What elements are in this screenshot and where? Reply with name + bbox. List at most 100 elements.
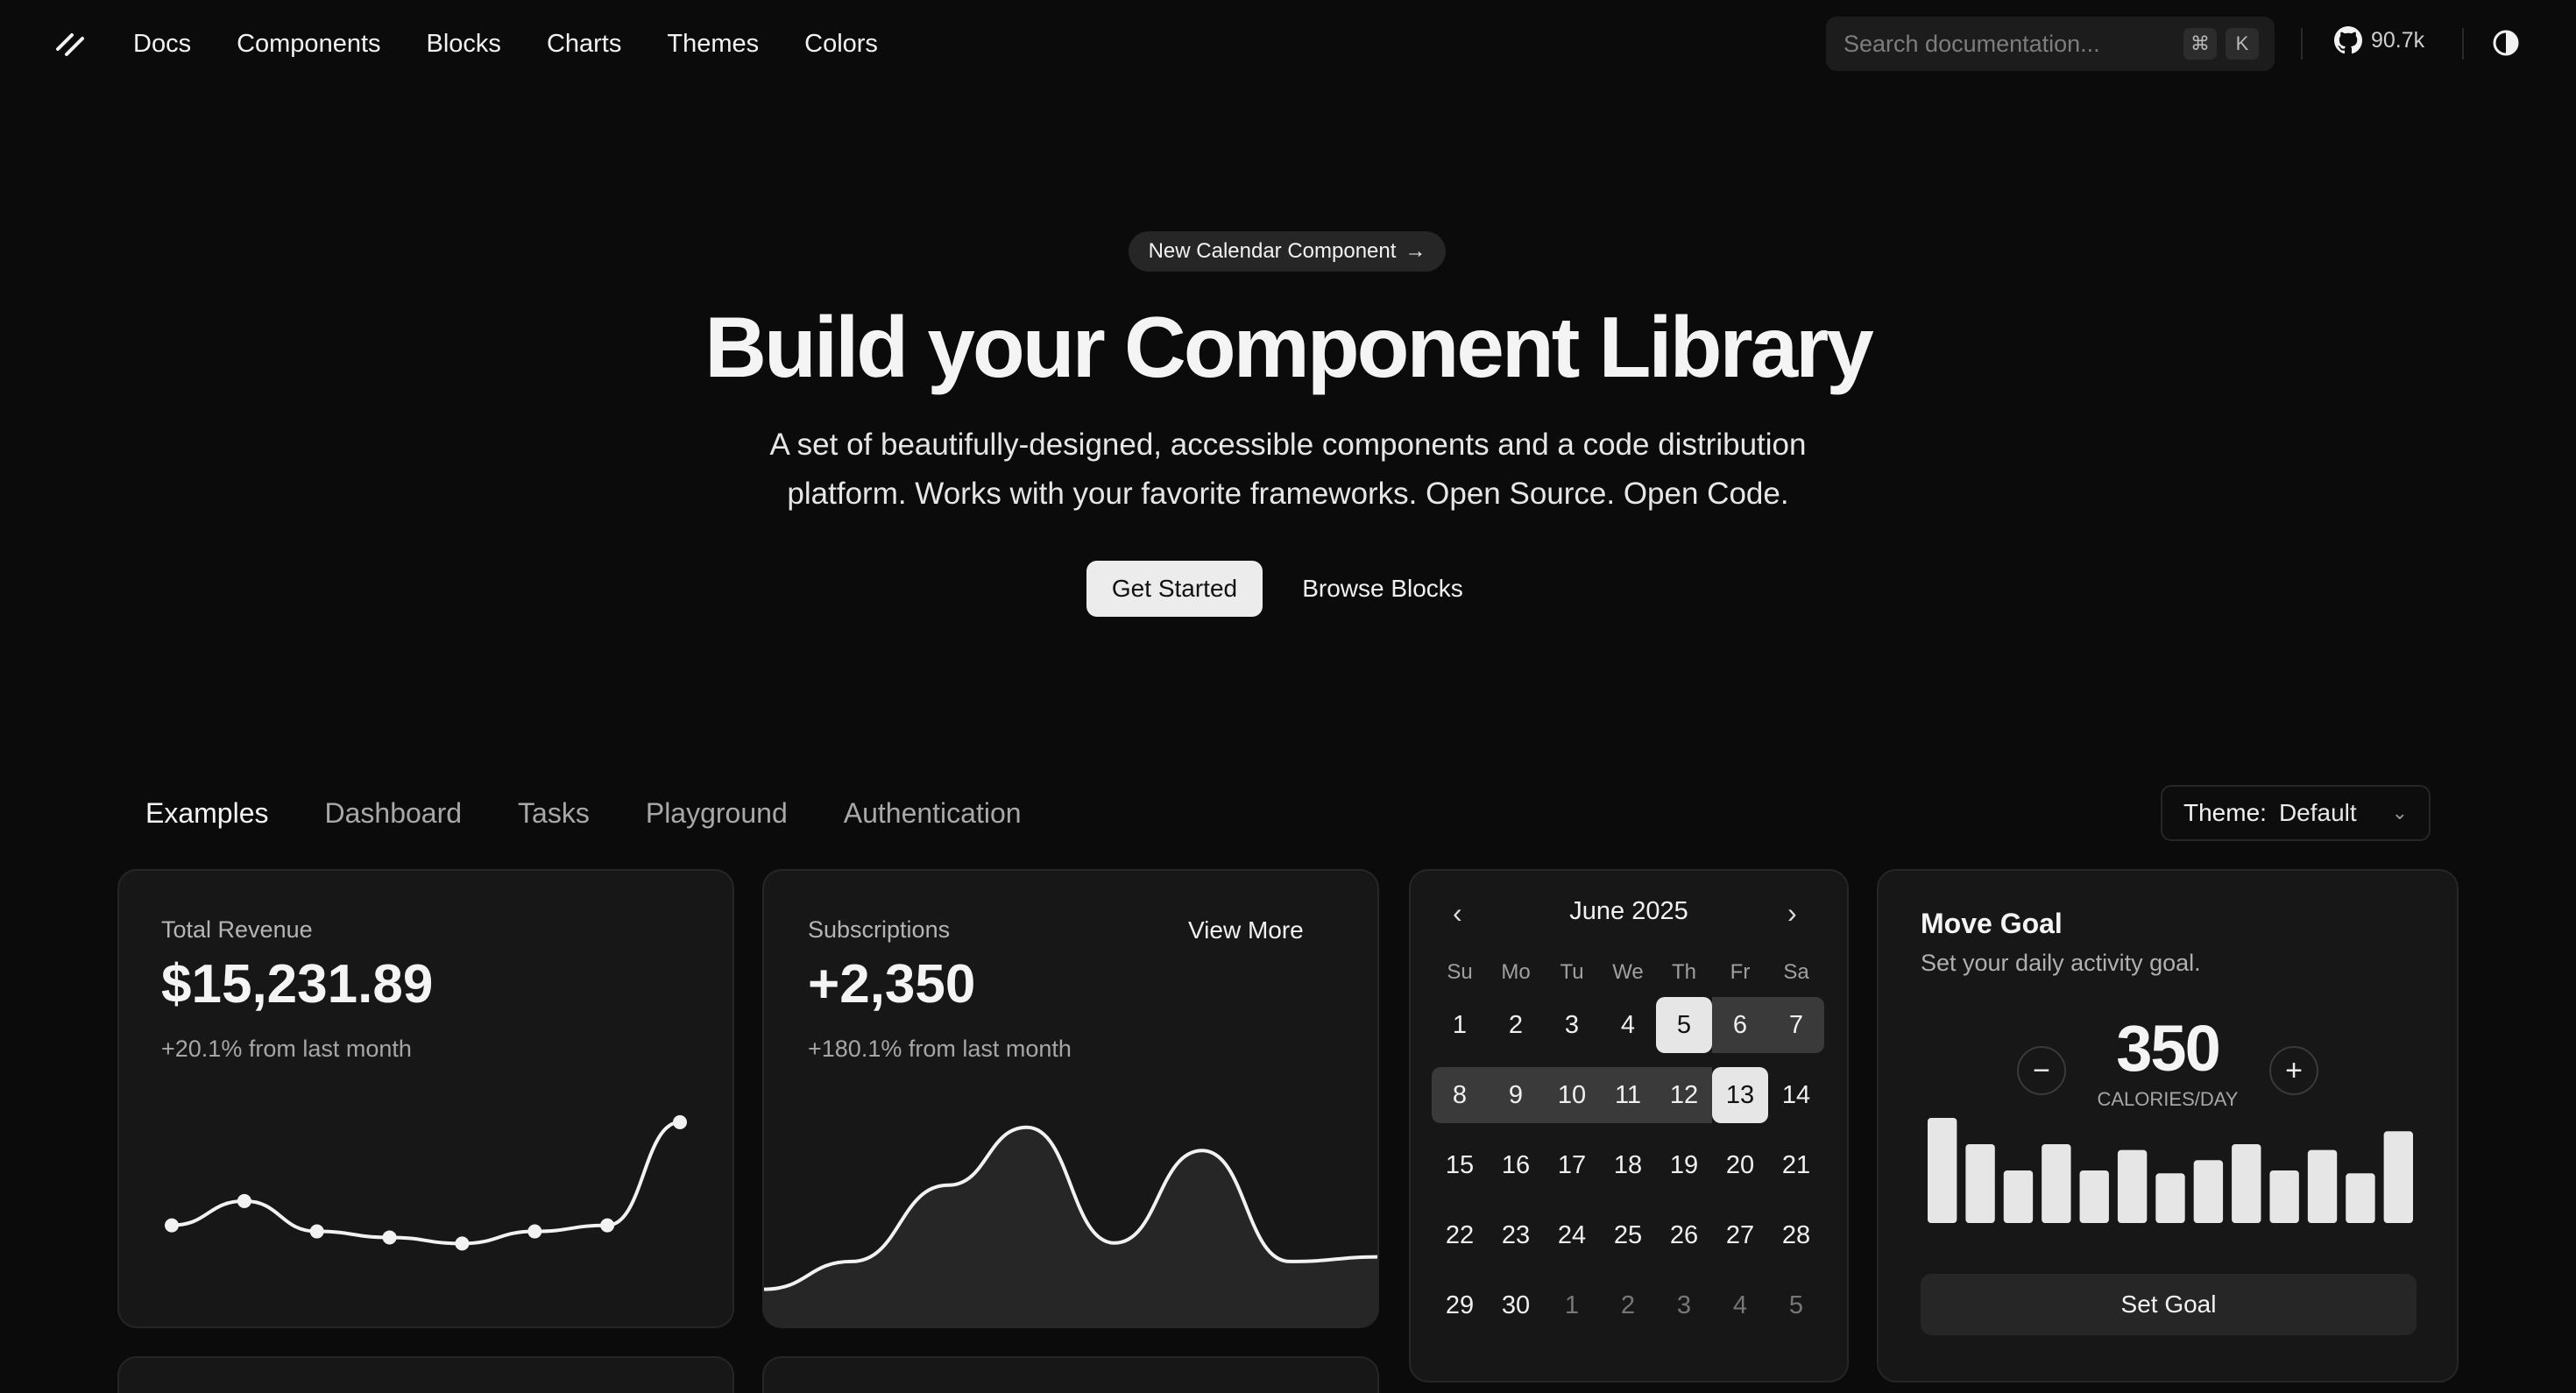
data-point[interactable] xyxy=(600,1218,615,1233)
subscriptions-label: Subscriptions xyxy=(808,916,951,943)
calendar-day[interactable]: 14 xyxy=(1768,1067,1824,1123)
calendar-day[interactable]: 9 xyxy=(1488,1067,1544,1123)
series-area xyxy=(764,1127,1377,1326)
announcement-badge[interactable]: New Calendar Component → xyxy=(1129,231,1446,272)
nav-colors[interactable]: Colors xyxy=(804,26,878,61)
plus-icon: + xyxy=(2285,1054,2303,1087)
calendar-card: ‹ June 2025 › Su Mo Tu We Th Fr Sa 1 2 3 4 5 6 7 8 9 10 1… xyxy=(1409,869,1849,1382)
browse-blocks-button[interactable]: Browse Blocks xyxy=(1281,561,1484,617)
tab-playground[interactable]: Playground xyxy=(646,792,788,834)
nav-blocks[interactable]: Blocks xyxy=(427,26,501,61)
calendar-day[interactable]: 24 xyxy=(1544,1207,1600,1263)
kbd-k: K xyxy=(2226,28,2259,60)
hero-subtitle: A set of beautifully-designed, accessibl… xyxy=(718,421,1858,519)
examples-tabs: Examples Dashboard Tasks Playground Auth… xyxy=(145,792,1022,834)
data-point[interactable] xyxy=(382,1230,397,1245)
goal-bar xyxy=(2269,1170,2299,1223)
calendar-day[interactable]: 5 xyxy=(1768,1277,1824,1333)
data-point[interactable] xyxy=(527,1224,542,1239)
calendar-day[interactable]: 17 xyxy=(1544,1137,1600,1193)
get-started-button[interactable]: Get Started xyxy=(1086,561,1263,617)
github-icon xyxy=(2334,26,2362,54)
calendar-day[interactable]: 20 xyxy=(1712,1137,1768,1193)
goal-bar xyxy=(2003,1170,2034,1223)
calendar-day[interactable]: 29 xyxy=(1432,1277,1488,1333)
github-link[interactable]: 90.7k xyxy=(2334,26,2424,54)
weekday-label: Tu xyxy=(1560,960,1584,984)
calendar-month: June 2025 xyxy=(1569,897,1688,925)
nav-themes[interactable]: Themes xyxy=(667,26,759,61)
calendar-day[interactable]: 22 xyxy=(1432,1207,1488,1263)
calendar-day[interactable]: 27 xyxy=(1712,1207,1768,1263)
tab-authentication[interactable]: Authentication xyxy=(844,792,1022,834)
theme-toggle-icon[interactable] xyxy=(2490,27,2522,59)
calendar-day[interactable]: 3 xyxy=(1544,997,1600,1053)
data-point[interactable] xyxy=(165,1218,179,1233)
data-point[interactable] xyxy=(455,1236,470,1251)
data-point[interactable] xyxy=(309,1224,324,1239)
week-row: 22 23 24 25 26 27 28 xyxy=(1432,1200,1824,1270)
nav-docs[interactable]: Docs xyxy=(133,26,191,61)
calendar-day[interactable]: 19 xyxy=(1656,1137,1712,1193)
calendar-day[interactable]: 2 xyxy=(1600,1277,1656,1333)
calendar-day[interactable]: 2 xyxy=(1488,997,1544,1053)
goal-bar xyxy=(1965,1144,1995,1223)
site-header: Docs Components Blocks Charts Themes Col… xyxy=(0,0,2576,88)
calendar-day[interactable]: 16 xyxy=(1488,1137,1544,1193)
increase-button[interactable]: + xyxy=(2269,1046,2318,1095)
calendar-day[interactable]: 10 xyxy=(1544,1067,1600,1123)
data-point[interactable] xyxy=(673,1114,687,1129)
search-input[interactable] xyxy=(1844,30,2175,58)
calendar-grid: Su Mo Tu We Th Fr Sa 1 2 3 4 5 6 7 8 9 10 11 12 13 14 15 16 17 1… xyxy=(1432,955,1824,1340)
tab-examples[interactable]: Examples xyxy=(145,792,269,834)
github-stars: 90.7k xyxy=(2371,27,2425,53)
weekday-label: Su xyxy=(1447,960,1473,984)
subscriptions-area-chart xyxy=(764,1125,1377,1326)
data-point[interactable] xyxy=(237,1193,251,1208)
calendar-day[interactable]: 11 xyxy=(1600,1067,1656,1123)
calendar-day[interactable]: 23 xyxy=(1488,1207,1544,1263)
calendar-day[interactable]: 8 xyxy=(1432,1067,1488,1123)
arrow-right-icon: → xyxy=(1405,239,1426,263)
search-box[interactable]: ⌘ K xyxy=(1826,17,2275,71)
calendar-day[interactable]: 18 xyxy=(1600,1137,1656,1193)
theme-select[interactable]: Theme: Default ⌄ xyxy=(2161,785,2431,841)
weekday-label: We xyxy=(1612,960,1644,984)
weekday-label: Sa xyxy=(1783,960,1809,984)
main-nav: Docs Components Blocks Charts Themes Col… xyxy=(133,26,878,61)
calendar-day[interactable]: 1 xyxy=(1432,997,1488,1053)
calendar-day[interactable]: 28 xyxy=(1768,1207,1824,1263)
weekday-label: Mo xyxy=(1501,960,1531,984)
revenue-line-chart xyxy=(165,1114,687,1251)
calendar-day[interactable]: 30 xyxy=(1488,1277,1544,1333)
weekday-row: Su Mo Tu We Th Fr Sa xyxy=(1432,955,1824,990)
nav-charts[interactable]: Charts xyxy=(547,26,621,61)
calendar-day[interactable]: 7 xyxy=(1768,997,1824,1053)
calendar-day[interactable]: 5 xyxy=(1656,997,1712,1053)
goal-bar xyxy=(2307,1149,2338,1223)
calendar-day[interactable]: 4 xyxy=(1600,997,1656,1053)
nav-components[interactable]: Components xyxy=(237,26,380,61)
tab-tasks[interactable]: Tasks xyxy=(518,792,590,834)
chevron-right-icon[interactable]: › xyxy=(1787,897,1797,930)
tab-dashboard[interactable]: Dashboard xyxy=(325,792,463,834)
move-goal-card: Move Goal Set your daily activity goal. … xyxy=(1877,869,2459,1382)
goal-bar xyxy=(2232,1144,2261,1223)
goal-bar-chart xyxy=(1928,1118,2413,1223)
calendar-day[interactable]: 1 xyxy=(1544,1277,1600,1333)
calendar-day[interactable]: 4 xyxy=(1712,1277,1768,1333)
divider xyxy=(2301,28,2303,60)
calendar-day[interactable]: 26 xyxy=(1656,1207,1712,1263)
calendar-day[interactable]: 12 xyxy=(1656,1067,1712,1123)
logo-icon[interactable] xyxy=(53,26,88,61)
view-more-button[interactable]: View More xyxy=(1188,916,1304,944)
calendar-day[interactable]: 3 xyxy=(1656,1277,1712,1333)
calendar-day[interactable]: 25 xyxy=(1600,1207,1656,1263)
calendar-day[interactable]: 6 xyxy=(1712,997,1768,1053)
calendar-day[interactable]: 21 xyxy=(1768,1137,1824,1193)
page: Docs Components Blocks Charts Themes Col… xyxy=(0,0,2576,1393)
subscriptions-card: Subscriptions +2,350 +180.1% from last m… xyxy=(762,869,1379,1328)
set-goal-button[interactable]: Set Goal xyxy=(1921,1274,2417,1335)
calendar-day[interactable]: 15 xyxy=(1432,1137,1488,1193)
calendar-day[interactable]: 13 xyxy=(1712,1067,1768,1123)
